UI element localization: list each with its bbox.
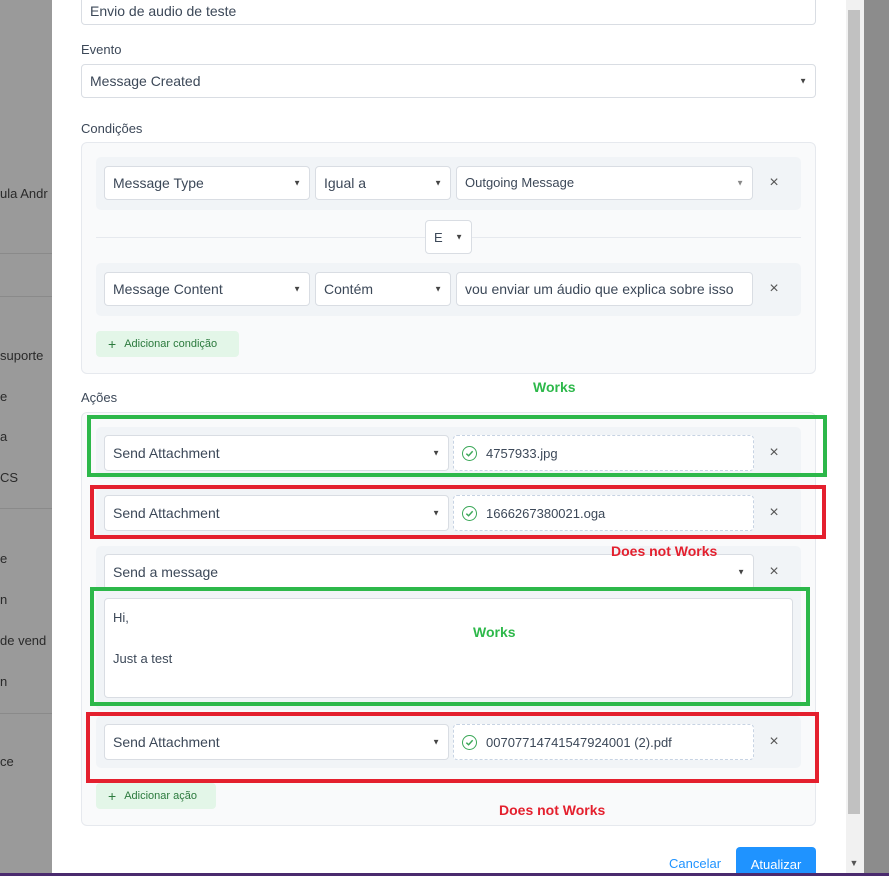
chevron-down-icon: ▼ bbox=[293, 284, 301, 294]
chevron-down-icon: ▼ bbox=[736, 178, 744, 188]
annotation-does-not-works: Does not Works bbox=[499, 802, 606, 818]
chevron-down-icon: ▼ bbox=[799, 76, 807, 86]
background-sidebar bbox=[0, 0, 60, 876]
chevron-down-icon: ▼ bbox=[434, 284, 442, 294]
join-operator-select[interactable]: E ▼ bbox=[425, 220, 472, 254]
condition-attribute-select[interactable]: Message Type ▼ bbox=[104, 166, 310, 200]
name-input-value: Envio de audio de teste bbox=[90, 2, 237, 19]
annotation-does-not-works: Does not Works bbox=[611, 543, 718, 559]
add-condition-button[interactable]: + Adicionar condição bbox=[96, 331, 239, 357]
actions-label: Ações bbox=[81, 390, 118, 405]
action-type-select[interactable]: Send a message ▼ bbox=[104, 554, 754, 590]
bg-item: a bbox=[0, 429, 8, 444]
background-right bbox=[864, 0, 889, 876]
bg-divider bbox=[0, 253, 60, 254]
join-operator-value: E bbox=[434, 229, 443, 245]
remove-action-button[interactable]: × bbox=[766, 564, 782, 580]
bg-divider bbox=[0, 713, 60, 714]
annotation-box-green bbox=[87, 415, 827, 477]
add-action-button[interactable]: + Adicionar ação bbox=[96, 783, 216, 809]
condition-value-text: Outgoing Message bbox=[465, 175, 575, 190]
condition-attribute-value: Message Type bbox=[113, 175, 204, 191]
bg-item: n bbox=[0, 674, 8, 689]
scroll-down-arrow-icon[interactable]: ▼ bbox=[848, 856, 860, 870]
condition-operator-select[interactable]: Igual a ▼ bbox=[315, 166, 451, 200]
condition-value-input[interactable]: vou enviar um áudio que explica sobre is… bbox=[456, 272, 753, 306]
bg-divider bbox=[0, 296, 60, 297]
annotation-box-green bbox=[90, 587, 810, 706]
condition-operator-select[interactable]: Contém ▼ bbox=[315, 272, 451, 306]
bg-divider bbox=[0, 508, 60, 509]
chevron-down-icon: ▼ bbox=[293, 178, 301, 188]
condition-attribute-value: Message Content bbox=[113, 281, 223, 297]
event-label: Evento bbox=[81, 42, 122, 57]
update-button[interactable]: Atualizar bbox=[736, 847, 816, 876]
chevron-down-icon: ▼ bbox=[434, 178, 442, 188]
bg-item: CS bbox=[0, 470, 19, 485]
condition-operator-value: Contém bbox=[324, 281, 374, 297]
bg-item: e bbox=[0, 389, 8, 404]
annotation-box-red bbox=[90, 485, 826, 539]
annotation-works: Works bbox=[473, 624, 516, 640]
remove-condition-button[interactable]: × bbox=[766, 175, 782, 191]
remove-condition-button[interactable]: × bbox=[766, 281, 782, 297]
bg-item: de vend bbox=[0, 633, 47, 648]
bg-item: n bbox=[0, 592, 8, 607]
condition-value-select[interactable]: Outgoing Message ▼ bbox=[456, 166, 753, 200]
name-input[interactable]: Envio de audio de teste bbox=[81, 0, 816, 25]
bg-item: suporte bbox=[0, 348, 44, 363]
bg-item: e bbox=[0, 551, 8, 566]
condition-operator-value: Igual a bbox=[324, 175, 367, 191]
conditions-panel: Message Type ▼ Igual a ▼ Outgoing Messag… bbox=[81, 142, 816, 374]
condition-attribute-select[interactable]: Message Content ▼ bbox=[104, 272, 310, 306]
condition-value-text: vou enviar um áudio que explica sobre is… bbox=[465, 281, 734, 297]
annotation-works: Works bbox=[533, 379, 576, 395]
bg-item: ce bbox=[0, 754, 14, 769]
event-select[interactable]: Message Created ▼ bbox=[81, 64, 816, 98]
cancel-button[interactable]: Cancelar bbox=[669, 856, 721, 871]
add-condition-label: Adicionar condição bbox=[124, 338, 218, 350]
chevron-down-icon: ▼ bbox=[737, 567, 745, 577]
plus-icon: + bbox=[108, 788, 117, 804]
plus-icon: + bbox=[108, 336, 117, 352]
bg-item: ula Andr bbox=[0, 186, 48, 201]
scrollbar-thumb[interactable] bbox=[848, 10, 860, 814]
condition-row: Message Content ▼ Contém ▼ vou enviar um… bbox=[96, 263, 801, 316]
conditions-label: Condições bbox=[81, 121, 143, 136]
annotation-box-red bbox=[86, 712, 819, 783]
action-type-value: Send a message bbox=[113, 564, 219, 580]
chevron-down-icon: ▼ bbox=[455, 232, 463, 242]
add-action-label: Adicionar ação bbox=[124, 790, 197, 802]
event-select-value: Message Created bbox=[90, 73, 201, 89]
condition-row: Message Type ▼ Igual a ▼ Outgoing Messag… bbox=[96, 157, 801, 210]
